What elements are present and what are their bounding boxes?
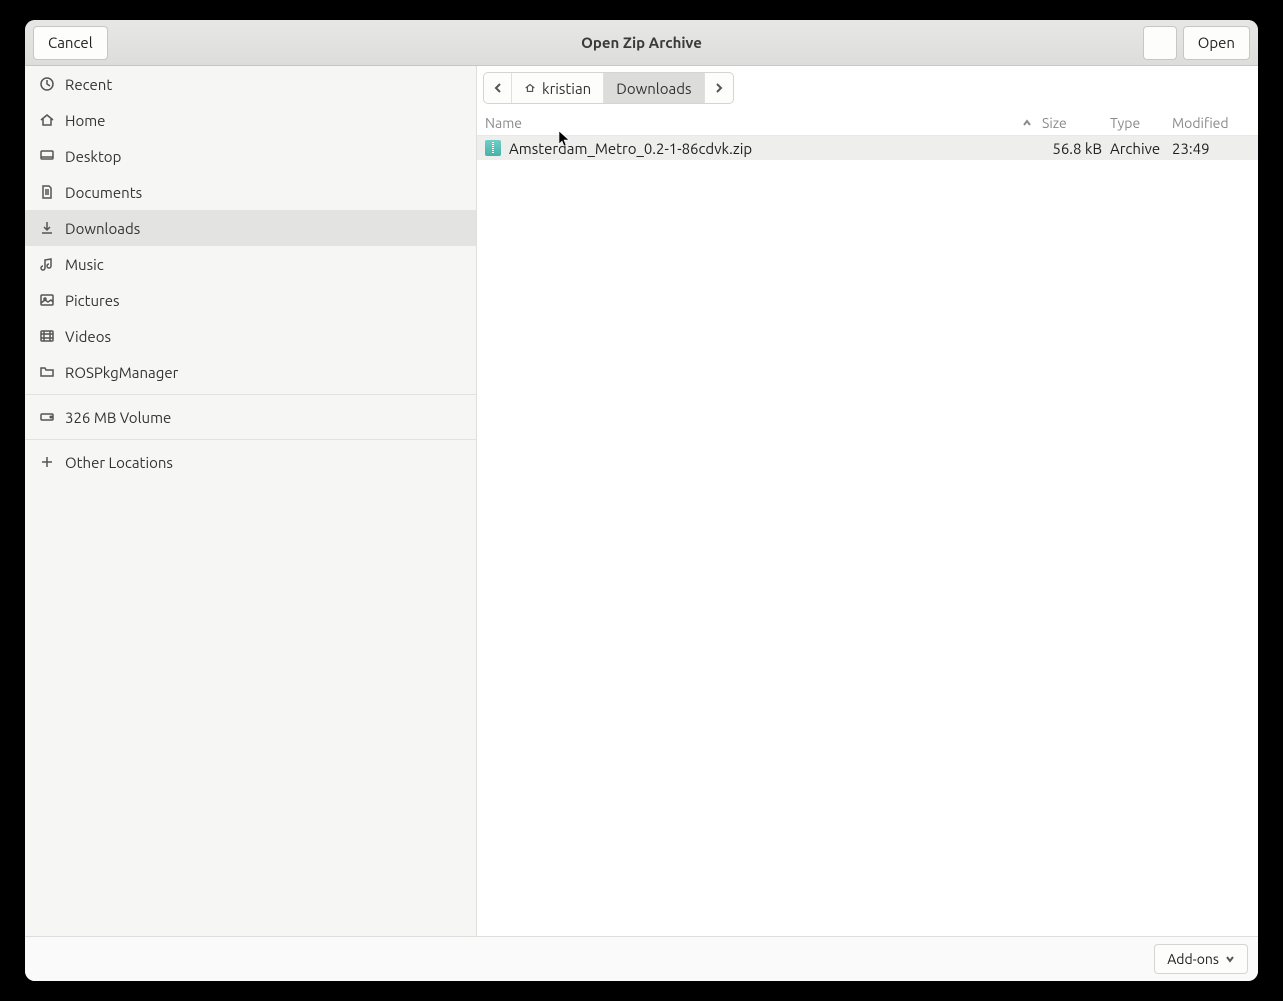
open-button[interactable]: Open	[1183, 26, 1250, 60]
archive-icon	[485, 140, 501, 156]
chevron-down-icon	[1225, 954, 1235, 964]
folder-icon	[39, 364, 55, 380]
headerbar: Cancel Open Zip Archive Open	[25, 20, 1258, 66]
home-icon	[39, 112, 55, 128]
sidebar-item-label: Other Locations	[65, 454, 173, 471]
path-forward-button[interactable]	[705, 73, 733, 103]
path-segment-home[interactable]: kristian	[512, 73, 604, 103]
sidebar-item-label: Pictures	[65, 292, 120, 309]
sidebar-item-label: 326 MB Volume	[65, 409, 171, 426]
column-header-type[interactable]: Type	[1110, 115, 1172, 131]
home-icon	[524, 82, 536, 94]
addons-label: Add-ons	[1167, 951, 1219, 967]
plus-icon	[39, 454, 55, 470]
sidebar-item-label: Home	[65, 112, 105, 129]
cancel-button[interactable]: Cancel	[33, 26, 108, 60]
video-icon	[39, 328, 55, 344]
download-icon	[39, 220, 55, 236]
file-list[interactable]: Amsterdam_Metro_0.2-1-86cdvk.zip 56.8 kB…	[477, 136, 1258, 936]
sidebar-item-documents[interactable]: Documents	[25, 174, 476, 210]
clock-icon	[39, 76, 55, 92]
path-segment-label: Downloads	[616, 80, 691, 97]
sidebar-item-videos[interactable]: Videos	[25, 318, 476, 354]
sidebar-item-label: Videos	[65, 328, 111, 345]
file-size: 56.8 kB	[1042, 140, 1110, 157]
drive-icon	[39, 409, 55, 425]
sidebar-item-recent[interactable]: Recent	[25, 66, 476, 102]
picture-icon	[39, 292, 55, 308]
addons-filter-button[interactable]: Add-ons	[1154, 944, 1248, 974]
music-icon	[39, 256, 55, 272]
file-name: Amsterdam_Metro_0.2-1-86cdvk.zip	[509, 140, 752, 157]
column-header-name[interactable]: Name	[483, 115, 1042, 131]
places-sidebar: Recent Home Desktop Documents Downloads …	[25, 66, 477, 936]
chevron-left-icon	[492, 82, 504, 94]
main-pane: kristian Downloads Name Size Type	[477, 66, 1258, 936]
sidebar-separator	[25, 439, 476, 440]
column-header-modified[interactable]: Modified	[1172, 115, 1252, 131]
sidebar-item-desktop[interactable]: Desktop	[25, 138, 476, 174]
desktop-icon	[39, 148, 55, 164]
sidebar-item-pictures[interactable]: Pictures	[25, 282, 476, 318]
file-row[interactable]: Amsterdam_Metro_0.2-1-86cdvk.zip 56.8 kB…	[477, 136, 1258, 160]
sidebar-item-other-locations[interactable]: Other Locations	[25, 444, 476, 480]
search-button[interactable]	[1143, 26, 1177, 60]
sidebar-separator	[25, 394, 476, 395]
footer: Add-ons	[25, 937, 1258, 981]
file-modified: 23:49	[1172, 140, 1252, 157]
sidebar-item-downloads[interactable]: Downloads	[25, 210, 476, 246]
path-segment-label: kristian	[542, 80, 591, 97]
sidebar-item-label: Desktop	[65, 148, 121, 165]
sidebar-item-home[interactable]: Home	[25, 102, 476, 138]
sidebar-item-label: Documents	[65, 184, 142, 201]
chevron-right-icon	[713, 82, 725, 94]
sidebar-item-label: Recent	[65, 76, 112, 93]
sidebar-item-label: Music	[65, 256, 104, 273]
pathbar: kristian Downloads	[477, 66, 1258, 110]
path-buttons: kristian Downloads	[483, 72, 734, 104]
sidebar-item-label: ROSPkgManager	[65, 364, 178, 381]
document-icon	[39, 184, 55, 200]
file-type: Archive	[1110, 140, 1172, 157]
sidebar-item-volume-326mb[interactable]: 326 MB Volume	[25, 399, 476, 435]
column-header-size[interactable]: Size	[1042, 115, 1110, 131]
path-segment-downloads[interactable]: Downloads	[604, 73, 704, 103]
sidebar-item-music[interactable]: Music	[25, 246, 476, 282]
sort-ascending-icon	[1022, 118, 1032, 128]
path-back-button[interactable]	[484, 73, 512, 103]
sidebar-item-rospkgmanager[interactable]: ROSPkgManager	[25, 354, 476, 390]
file-name-cell: Amsterdam_Metro_0.2-1-86cdvk.zip	[483, 140, 1042, 157]
column-headers: Name Size Type Modified	[477, 110, 1258, 136]
file-chooser-window: Cancel Open Zip Archive Open Recent Home	[25, 20, 1258, 981]
sidebar-item-label: Downloads	[65, 220, 140, 237]
dialog-title: Open Zip Archive	[25, 34, 1258, 51]
